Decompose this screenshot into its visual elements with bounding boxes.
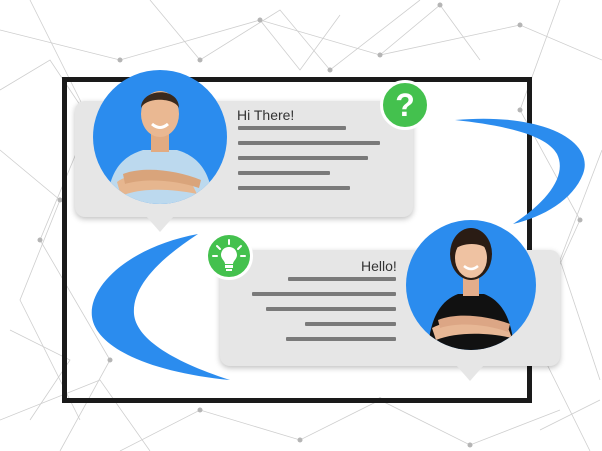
text-line [252,292,396,296]
text-line [286,337,396,341]
woman-figure [428,228,514,350]
text-line [238,171,330,175]
right-blue-swoosh [455,118,585,224]
greeting-hello: Hello! [361,258,397,274]
text-line [288,277,396,281]
text-line [238,156,368,160]
text-line [266,307,396,311]
text-line [238,141,380,145]
text-line [238,186,350,190]
speech-bubble-1-tail [146,216,174,232]
man-avatar [93,70,227,204]
text-line [238,126,346,130]
man-figure [107,91,213,204]
question-mark-icon: ? [380,80,430,130]
question-mark-glyph: ? [395,86,415,123]
woman-avatar [406,220,536,350]
speech-bubble-2-tail [456,365,484,381]
chat-illustration: Hi There! Hello! ? [0,0,602,451]
text-line [305,322,396,326]
lightbulb-icon [205,232,253,280]
lightbulb-glyph [212,239,246,271]
greeting-hi-there: Hi There! [237,107,295,123]
